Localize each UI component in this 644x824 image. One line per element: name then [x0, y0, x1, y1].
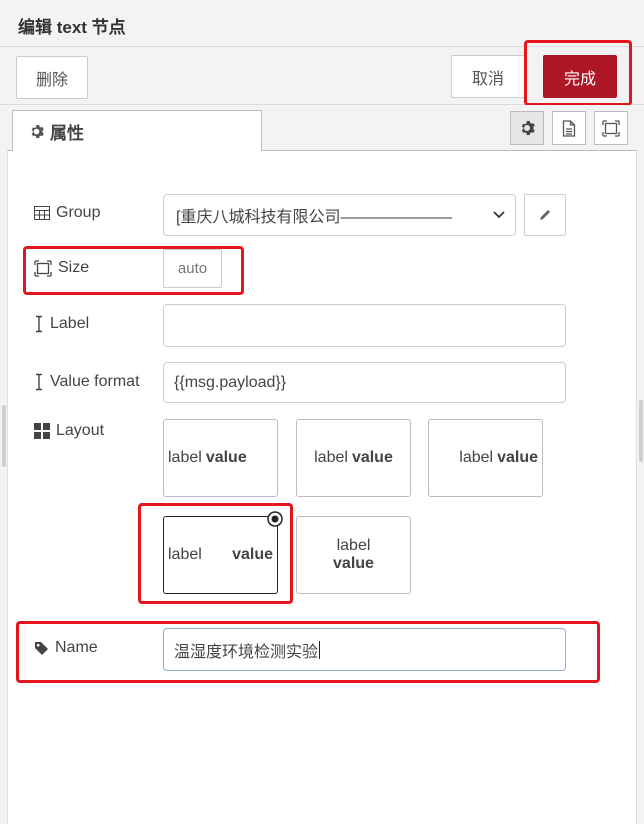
group-label-text: Group: [56, 204, 101, 221]
layout-label: Layout: [34, 420, 104, 442]
cancel-button[interactable]: 取消: [451, 55, 525, 98]
tab-description[interactable]: [552, 111, 586, 145]
left-resize-edge[interactable]: [0, 150, 8, 824]
resize-grip[interactable]: [639, 400, 643, 462]
right-resize-edge[interactable]: [636, 150, 644, 824]
resize-frame-icon: [602, 119, 620, 137]
value-format-label-text: Value format: [50, 373, 140, 390]
layout-option-value: value: [497, 449, 538, 466]
text-cursor-icon: [34, 373, 44, 391]
tab-properties[interactable]: 属性: [12, 110, 262, 151]
layout-option-stacked[interactable]: label value: [296, 516, 411, 594]
layout-option-label: label: [336, 537, 371, 554]
highlight-done: [524, 40, 632, 106]
dialog-title: 编辑 text 节点: [18, 18, 126, 37]
layout-option-right[interactable]: label value: [428, 419, 543, 497]
text-cursor-icon: [34, 315, 44, 333]
tab-properties-label: 属性: [50, 123, 84, 143]
gear-icon: [29, 124, 44, 139]
value-format-input[interactable]: {{msg.payload}}: [163, 362, 566, 403]
label-input[interactable]: [163, 304, 566, 347]
resize-grip[interactable]: [2, 405, 6, 467]
label-label: Label: [34, 313, 89, 335]
layout-label-text: Layout: [56, 422, 105, 439]
label-label-text: Label: [50, 315, 90, 332]
tab-appearance[interactable]: [594, 111, 628, 145]
delete-button[interactable]: 删除: [16, 56, 88, 99]
layout-option-left[interactable]: label value: [163, 419, 278, 497]
layout-option-value: value: [205, 449, 247, 466]
group-select-value: [重庆八城科技有限公司———————: [176, 209, 453, 226]
highlight-layout: [138, 503, 293, 604]
chevron-down-icon: [493, 211, 505, 219]
layout-option-center[interactable]: label value: [296, 419, 411, 497]
document-icon: [562, 119, 576, 137]
highlight-size: [23, 246, 244, 295]
edit-group-button[interactable]: [524, 194, 566, 236]
value-format-label: Value format: [34, 371, 140, 393]
layout-option-label: label: [314, 449, 348, 466]
layout-option-label: label: [459, 449, 494, 466]
gear-icon: [519, 120, 535, 136]
layout-option-label: label: [168, 449, 202, 466]
highlight-name: [16, 621, 600, 683]
pencil-icon: [538, 208, 552, 222]
group-select[interactable]: [重庆八城科技有限公司———————: [163, 194, 516, 236]
tab-node-properties[interactable]: [510, 111, 544, 145]
layout-option-value: value: [333, 555, 374, 572]
group-label: Group: [34, 202, 100, 224]
grid-icon: [34, 423, 50, 439]
layout-option-value: value: [351, 449, 393, 466]
table-icon: [34, 206, 50, 220]
